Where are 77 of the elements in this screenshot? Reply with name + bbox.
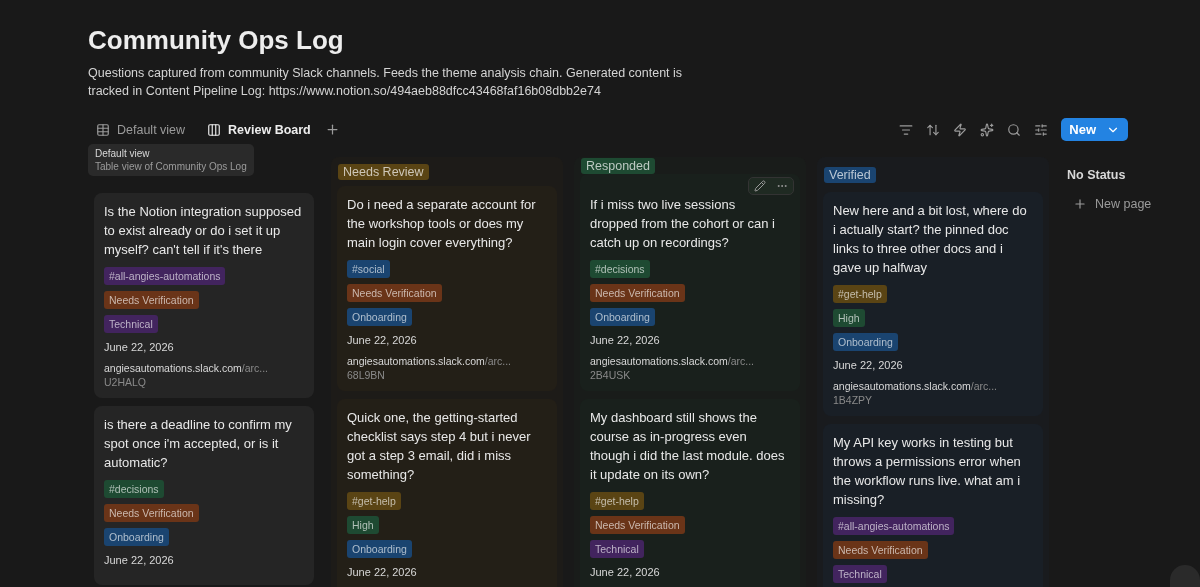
card-date: June 22, 2026 xyxy=(833,359,903,371)
card-question: Is the Notion integration supposed to exist already or do i set it up myself? can't tell if it's there xyxy=(104,203,303,259)
sort-icon[interactable] xyxy=(926,122,941,137)
tag: Technical xyxy=(590,540,644,558)
question-card[interactable]: is there a deadline to confirm my spot once i'm accepted, or is it automatic? #decisions Needs Verification Onboarding June 22, 2026 xyxy=(94,406,314,585)
tag: Needs Verification xyxy=(590,284,685,302)
page-description: Questions captured from community Slack channels. Feeds the theme analysis chain. Generated content is tracked in Content Pipeline Log: https://www.notion.so/494aeb88dfcc43468faf16b08dbb2e74 xyxy=(88,65,684,100)
tag: High xyxy=(833,309,865,327)
card-date: June 22, 2026 xyxy=(347,334,417,346)
add-view-icon[interactable] xyxy=(324,122,340,137)
tooltip-title: Default view xyxy=(95,148,151,159)
table-icon xyxy=(96,122,110,137)
question-card[interactable]: If i miss two live sessions dropped from the cohort or can i catch up on recordings? #decisions Needs Verification Onboarding June 22, 2026 angiesautomations.slack.com/arc... 2B4USK xyxy=(580,174,800,391)
settings-icon[interactable] xyxy=(1034,122,1049,137)
tag: Needs Verification xyxy=(833,541,928,559)
card-question: is there a deadline to confirm my spot once i'm accepted, or is it automatic? xyxy=(104,416,293,472)
card-id: 2B4USK xyxy=(590,369,631,381)
card-question: My dashboard still shows the course as in-progress even though i did the last module. does it update on its own? xyxy=(590,409,786,484)
status-label: Verified xyxy=(824,166,876,183)
tag: Onboarding xyxy=(590,308,655,326)
tag: #all-angies-automations xyxy=(104,267,226,285)
card-link[interactable]: angiesautomations.slack.com/arc... xyxy=(347,355,511,367)
view-tab[interactable]: Default view xyxy=(88,118,194,141)
tag: Onboarding xyxy=(347,308,412,326)
tag: #all-angies-automations xyxy=(833,517,955,535)
card-date: June 22, 2026 xyxy=(590,566,660,578)
card-link[interactable]: angiesautomations.slack.com/arc... xyxy=(590,355,754,367)
question-card[interactable]: New here and a bit lost, where do i actually start? the pinned doc links to three other docs and i gave up halfway #get-help High Onboarding June 22, 2026 angiesautomations.slack.com/arc... 1B4ZPY xyxy=(823,192,1043,416)
status-label: Needs Review xyxy=(338,163,429,180)
tag: High xyxy=(347,516,379,534)
new-page-button[interactable]: New page xyxy=(1066,193,1200,215)
tag: Onboarding xyxy=(833,333,898,351)
card-date: June 22, 2026 xyxy=(104,554,174,566)
card-date: June 22, 2026 xyxy=(590,334,660,346)
card-question: Do i need a separate account for the workshop tools or does my main login cover everything? xyxy=(347,196,537,252)
tag: #get-help xyxy=(590,492,644,510)
card-link[interactable]: angiesautomations.slack.com/arc... xyxy=(104,362,268,374)
card-id: 1B4ZPY xyxy=(833,394,873,406)
view-tab[interactable]: Review Board xyxy=(199,118,319,141)
tag: #decisions xyxy=(590,260,650,278)
tag: Needs Verification xyxy=(104,504,199,522)
tag: #decisions xyxy=(104,480,164,498)
plus-icon xyxy=(1073,197,1087,211)
tag: Onboarding xyxy=(104,528,169,546)
page-title: Community Ops Log xyxy=(88,24,345,57)
card-question: Quick one, the getting-started checklist says step 4 but i never got a step 3 email, did i miss something? xyxy=(347,409,532,484)
tag: Onboarding xyxy=(347,540,412,558)
tag: Technical xyxy=(104,315,158,333)
tag: Needs Verification xyxy=(347,284,442,302)
question-card[interactable]: Quick one, the getting-started checklist says step 4 but i never got a step 3 email, did i miss something? #get-help High Onboarding June 22, 2026 xyxy=(337,399,557,587)
card-question: If i miss two live sessions dropped from the cohort or can i catch up on recordings? xyxy=(590,196,776,252)
search-icon[interactable] xyxy=(1007,122,1022,137)
question-card[interactable]: My API key works in testing but throws a permissions error when the workflow runs live. what am i missing? #all-angies-automations Needs Verification Technical xyxy=(823,424,1043,587)
filter-icon[interactable] xyxy=(899,122,914,137)
card-date: June 22, 2026 xyxy=(104,341,174,353)
tag: #get-help xyxy=(347,492,401,510)
new-button[interactable]: New xyxy=(1061,118,1128,141)
card-question: My API key works in testing but throws a permissions error when the workflow runs live. what am i missing? xyxy=(833,434,1022,509)
card-id: U2HALQ xyxy=(104,376,146,388)
card-question: New here and a bit lost, where do i actually start? the pinned doc links to three other docs and i gave up halfway xyxy=(833,202,1028,277)
lightning-icon[interactable] xyxy=(953,122,968,137)
card-date: June 22, 2026 xyxy=(347,566,417,578)
sparkle-icon[interactable] xyxy=(980,122,995,137)
status-label: No Status xyxy=(1067,168,1126,182)
question-card[interactable]: My dashboard still shows the course as in-progress even though i did the last module. does it update on its own? #get-help Needs Verification Technical June 22, 2026 xyxy=(580,399,800,587)
question-card[interactable]: Do i need a separate account for the workshop tools or does my main login cover everything? #social Needs Verification Onboarding June 22, 2026 angiesautomations.slack.com/arc... 68L9BN xyxy=(337,186,557,391)
tag: Technical xyxy=(833,565,887,583)
card-id: 68L9BN xyxy=(347,369,385,381)
status-label: Responded xyxy=(581,157,655,174)
tag: #get-help xyxy=(833,285,887,303)
tag: Needs Verification xyxy=(104,291,199,309)
board-icon xyxy=(207,122,222,137)
tag: Needs Verification xyxy=(590,516,685,534)
tag: #social xyxy=(347,260,390,278)
tooltip-subtitle: Table view of Community Ops Log xyxy=(95,161,247,172)
question-card[interactable] xyxy=(94,193,314,398)
card-link[interactable]: angiesautomations.slack.com/arc... xyxy=(833,380,997,392)
